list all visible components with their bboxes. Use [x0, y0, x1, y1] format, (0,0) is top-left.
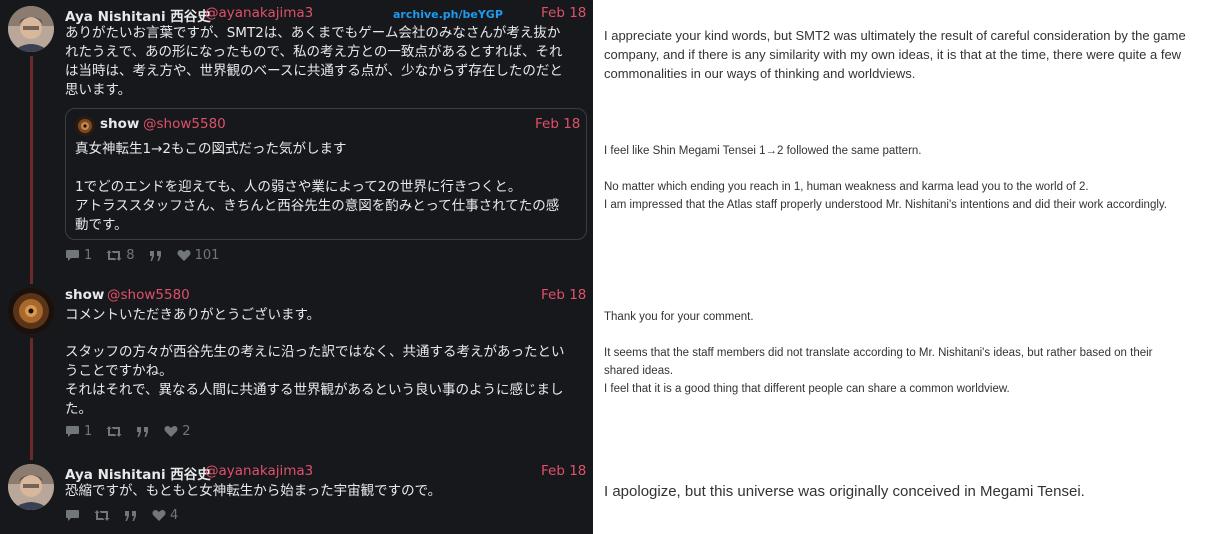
avatar-aya[interactable] [8, 464, 54, 510]
quote-icon [137, 426, 149, 437]
reply-button[interactable] [65, 509, 80, 522]
like-count: 101 [194, 248, 220, 263]
tweet-author-handle[interactable]: @ayanakajima3 [205, 5, 313, 21]
translation-tweet-3: I apologize, but this universe was origi… [604, 481, 1219, 503]
translation-line: Thank you for your comment. [604, 311, 754, 323]
translation-tweet-2: Thank you for your comment. It seems tha… [604, 308, 1219, 398]
reply-button[interactable]: 1 [65, 248, 92, 263]
heart-icon [152, 509, 166, 521]
tweet-thread-panel: Aya Nishitani 西谷史 @ayanakajima3 archive.… [0, 0, 593, 534]
quoted-body-line: 動です。 [75, 217, 128, 233]
reply-icon [66, 510, 79, 521]
quoted-body-line: 1でどのエンドを迎えても、人の弱さや業によって2の世界に行きつくと。 [75, 179, 522, 195]
quoted-tweet[interactable]: show @show5580 Feb 18 真女神転生1→2もこの図式だった気が… [65, 108, 587, 240]
tweet-body-line: うことですかね。 [65, 363, 173, 379]
retweet-button[interactable] [106, 425, 122, 438]
tweet-author-handle[interactable]: @show5580 [107, 287, 190, 303]
archive-link[interactable]: archive.ph/beYGP [393, 8, 503, 21]
heart-icon [177, 249, 191, 261]
retweet-button[interactable] [94, 509, 110, 522]
tweet-body-line: 思います。 [65, 82, 132, 98]
tweet-author-name[interactable]: show [65, 287, 104, 303]
thread-connector [30, 56, 33, 284]
translation-quote: I feel like Shin Megami Tensei 1→2 follo… [604, 142, 1219, 214]
avatar-photo-icon [8, 464, 54, 510]
tweet-author-handle[interactable]: @ayanakajima3 [205, 463, 313, 479]
quote-icon [149, 250, 161, 261]
tweet-body: 恐縮ですが、もともと女神転生から始まった宇宙観ですので。 [65, 482, 590, 501]
retweet-count: 8 [126, 248, 135, 263]
translation-line: company, and if there is any similarity … [604, 47, 1182, 62]
tweet-actions: 1 8 101 [65, 248, 233, 263]
translation-line: I am impressed that the Atlas staff prop… [604, 199, 1167, 211]
tweet-actions: 4 [65, 508, 192, 523]
quoted-author-handle[interactable]: @show5580 [143, 116, 226, 132]
tweet-date[interactable]: Feb 18 [541, 5, 586, 21]
tweet-author-name[interactable]: Aya Nishitani 西谷史 [65, 5, 211, 25]
heart-icon [164, 425, 178, 437]
like-button[interactable]: 2 [164, 424, 191, 439]
quoted-body-line: 真女神転生1→2もこの図式だった気がします [75, 141, 347, 157]
translation-line: commonalities in our ways of thinking an… [604, 66, 916, 81]
avatar-photo-icon [8, 288, 54, 334]
reply-count: 1 [84, 248, 93, 263]
translation-line: shared ideas. [604, 365, 674, 377]
avatar-photo-icon [75, 116, 95, 136]
translation-line: It seems that the staff members did not … [604, 347, 1153, 359]
retweet-button[interactable]: 8 [106, 248, 135, 263]
like-count: 2 [182, 424, 191, 439]
thread-connector [30, 338, 33, 460]
tweet-date[interactable]: Feb 18 [541, 287, 586, 303]
tweet-body: ありがたいお言葉ですが、SMT2は、あくまでもゲーム会社のみなさんが考え抜か れ… [65, 24, 590, 100]
avatar-aya[interactable] [8, 6, 54, 52]
quote-button[interactable] [124, 510, 138, 522]
reply-button[interactable]: 1 [65, 424, 92, 439]
tweet-body-line: は当時は、考え方や、世界観のベースに共通する点が、少なからず存在したのだと [65, 63, 563, 79]
quoted-author-name[interactable]: show [100, 116, 139, 132]
translation-line: I feel that it is a good thing that diff… [604, 383, 1010, 395]
translation-line: I apologize, but this universe was origi… [604, 483, 1085, 500]
tweet-body-line: ありがたいお言葉ですが、SMT2は、あくまでもゲーム会社のみなさんが考え抜か [65, 25, 561, 41]
quoted-body-line: アトラススタッフさん、きちんと西谷先生の意図を酌みとって仕事されてたの感 [75, 198, 560, 214]
quote-button[interactable] [136, 426, 150, 438]
like-button[interactable]: 101 [177, 248, 220, 263]
tweet-body-line: れたうえで、あの形になったもので、私の考え方との一致点があるとすれば、それ [65, 44, 563, 60]
quoted-body: 真女神転生1→2もこの図式だった気がします 1でどのエンドを迎えても、人の弱さや… [75, 140, 585, 235]
retweet-icon [106, 250, 122, 261]
like-count: 4 [170, 508, 179, 523]
quote-button[interactable] [149, 250, 163, 262]
tweet-actions: 1 2 [65, 424, 205, 439]
quote-icon [125, 510, 136, 521]
reply-count: 1 [84, 424, 93, 439]
reply-icon [66, 250, 79, 261]
reply-icon [66, 426, 79, 437]
tweet-body-line: 恐縮ですが、もともと女神転生から始まった宇宙観ですので。 [65, 483, 442, 499]
like-button[interactable]: 4 [152, 508, 178, 523]
translation-panel: I appreciate your kind words, but SMT2 w… [593, 0, 1225, 534]
screenshot-root: Aya Nishitani 西谷史 @ayanakajima3 archive.… [0, 0, 1225, 534]
avatar-show[interactable] [8, 288, 54, 334]
avatar-show-small [75, 116, 95, 136]
tweet-body-line: それはそれで、異なる人間に共通する世界観があるという良い事のように感じまし [65, 382, 564, 398]
retweet-icon [94, 510, 110, 521]
retweet-icon [106, 426, 122, 437]
translation-line: No matter which ending you reach in 1, h… [604, 181, 1089, 193]
tweet-body: コメントいただきありがとうございます。 スタッフの方々が西谷先生の考えに沿った訳… [65, 306, 590, 419]
tweet-body-line: た。 [65, 401, 92, 417]
tweet-author-name[interactable]: Aya Nishitani 西谷史 [65, 463, 211, 483]
tweet-body-line: コメントいただきありがとうございます。 [65, 307, 321, 323]
tweet-body-line: スタッフの方々が西谷先生の考えに沿った訳ではなく、共通する考えがあったとい [65, 344, 565, 360]
translation-line: I feel like Shin Megami Tensei 1→2 follo… [604, 145, 922, 157]
quoted-date[interactable]: Feb 18 [535, 116, 580, 132]
translation-line: I appreciate your kind words, but SMT2 w… [604, 28, 1186, 43]
tweet-date[interactable]: Feb 18 [541, 463, 586, 479]
translation-tweet-1: I appreciate your kind words, but SMT2 w… [604, 26, 1214, 83]
avatar-photo-icon [8, 6, 54, 52]
